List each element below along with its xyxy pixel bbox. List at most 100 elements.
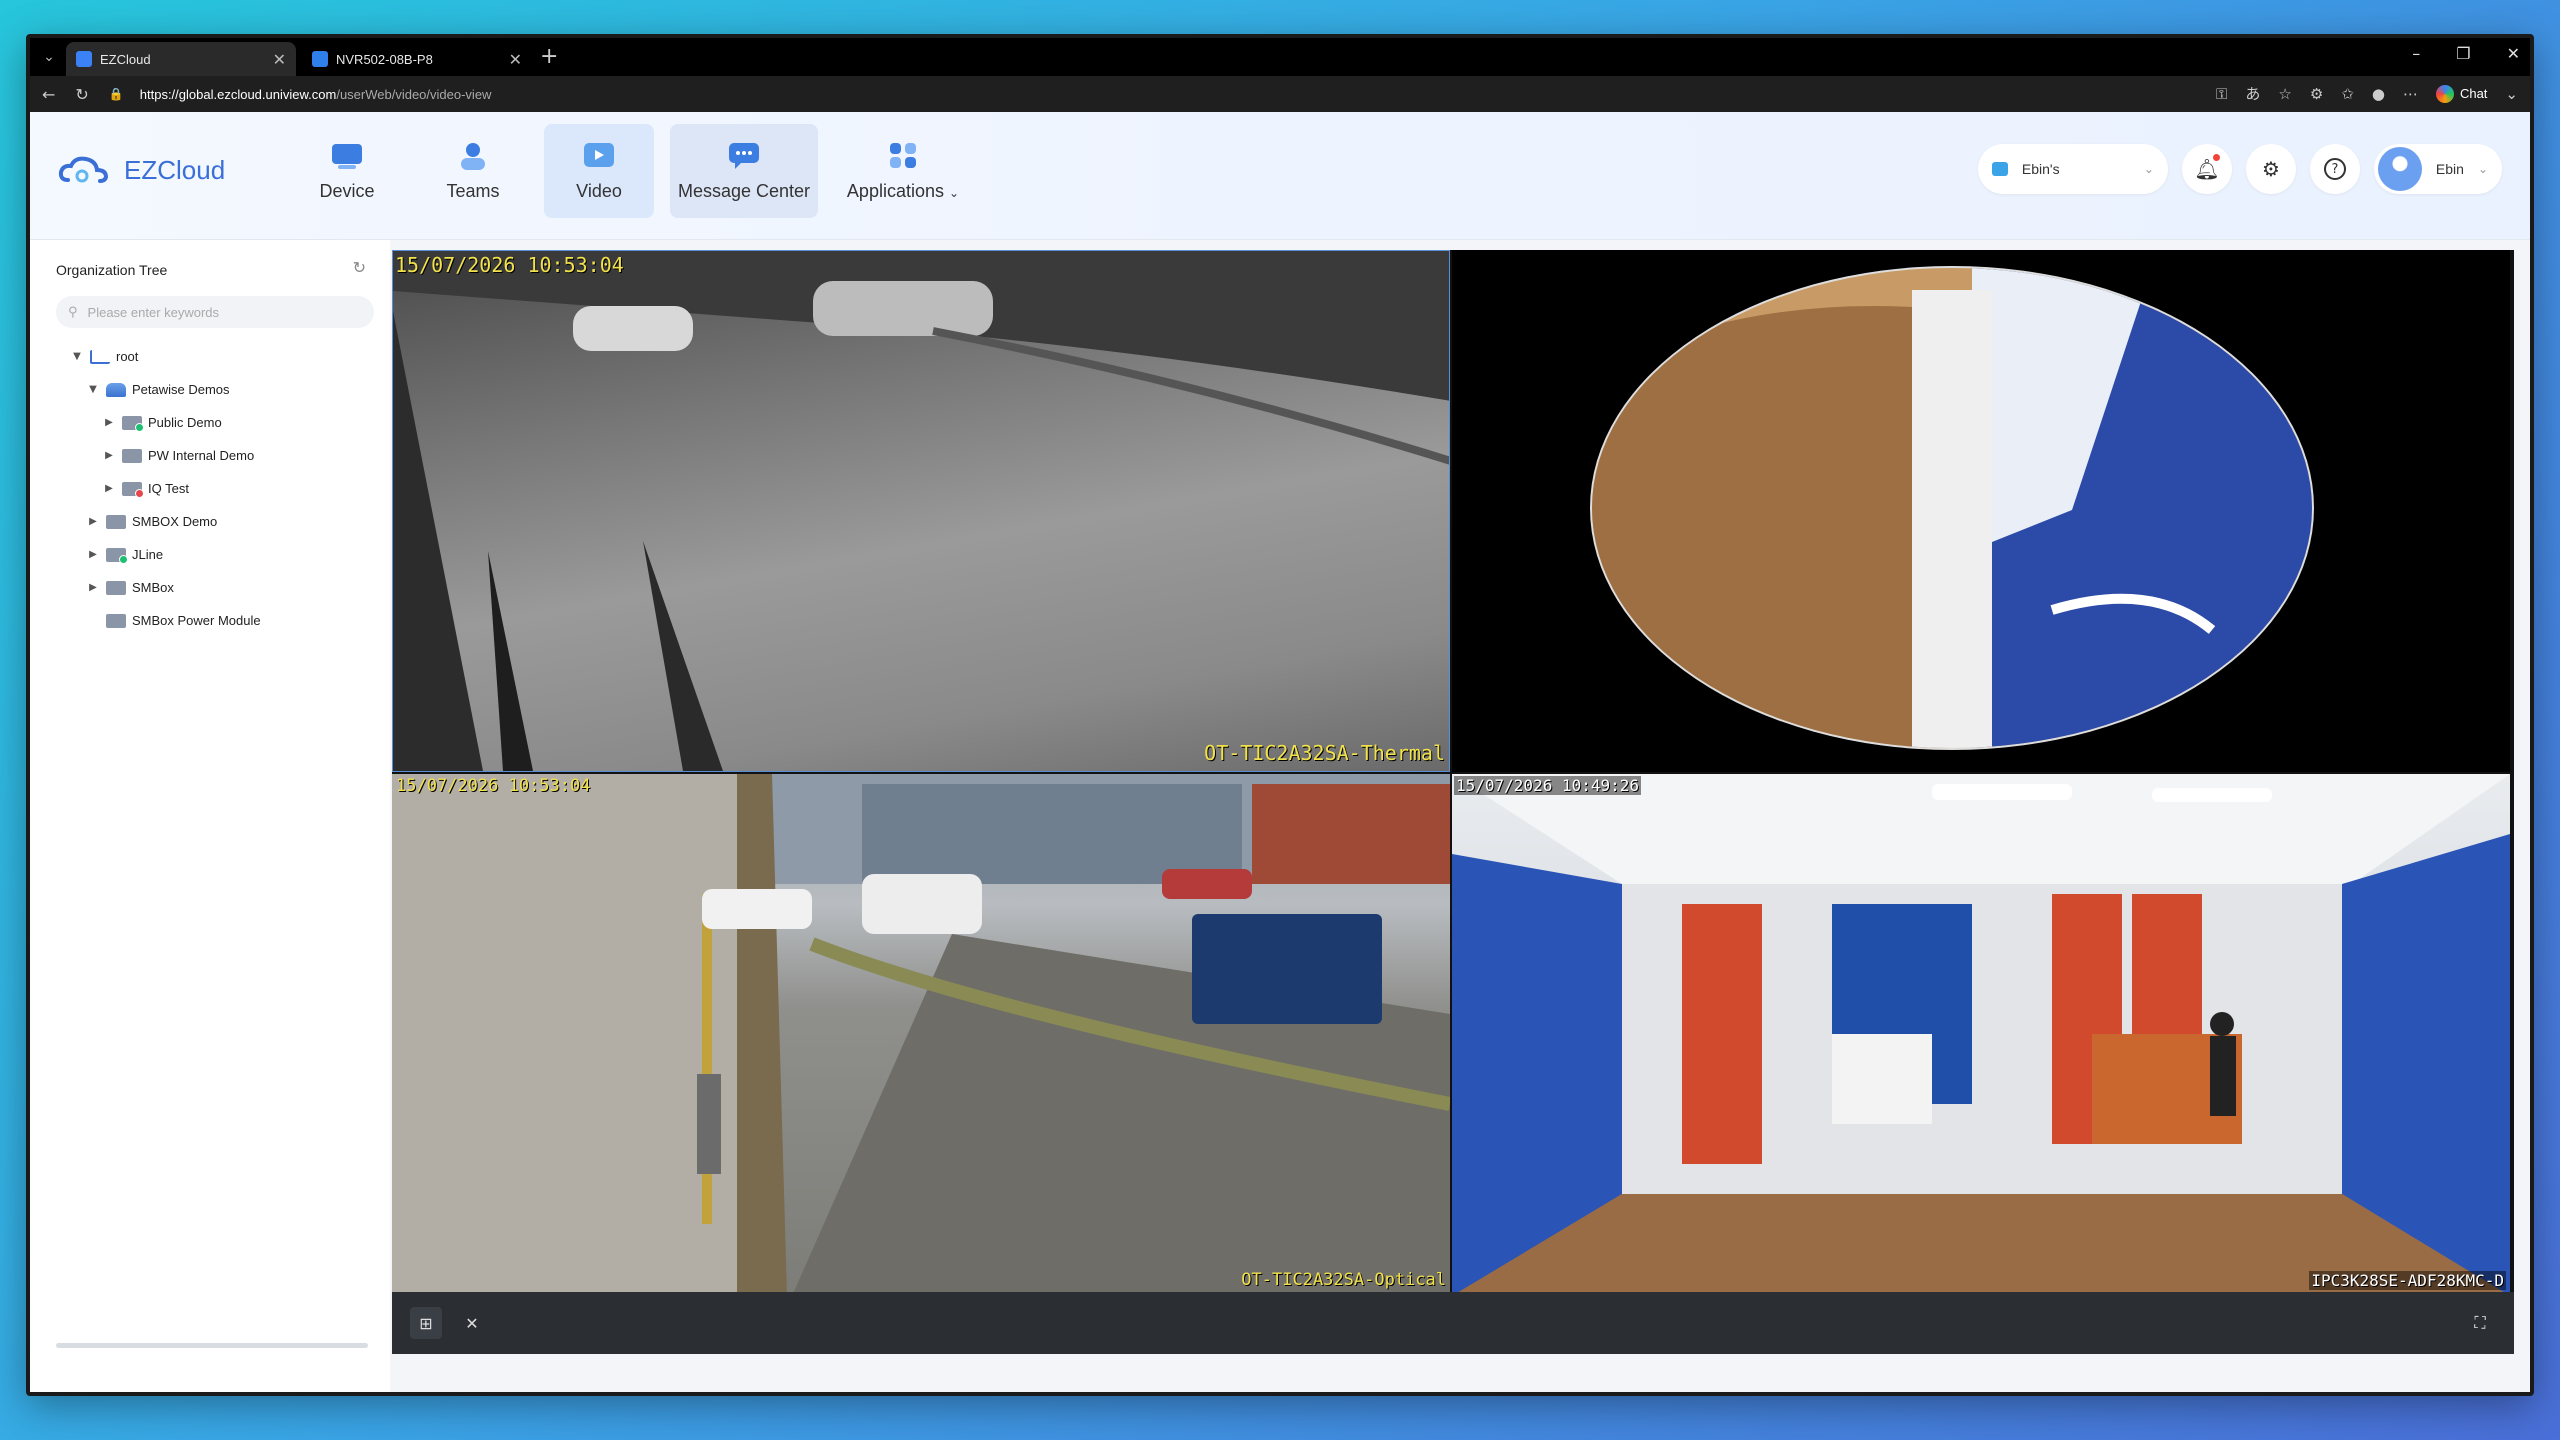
tree-node-root[interactable]: ▼ root <box>30 340 390 373</box>
notification-badge <box>2212 154 2220 161</box>
nav-teams[interactable]: Teams <box>418 124 528 218</box>
tab-title: NVR502-08B-P8 <box>336 51 433 67</box>
close-window-icon[interactable]: ✕ <box>2507 44 2520 63</box>
chevron-down-icon: ⌄ <box>2143 162 2154 176</box>
more-menu-icon[interactable]: ⋯ <box>2403 85 2418 103</box>
tree-node-label: IQ Test <box>148 481 189 496</box>
caret-right-icon[interactable]: ▶ <box>86 582 100 593</box>
camera-name: OT-TIC2A32SA-Thermal <box>1204 741 1445 765</box>
back-icon[interactable]: ← <box>42 85 55 104</box>
app-header: EZCloud Device Teams Video Message Cente… <box>30 112 2530 240</box>
indoor-scene <box>1452 774 2510 1296</box>
nav-label: Applications <box>846 180 944 201</box>
ezcloud-logo[interactable]: EZCloud <box>58 154 225 186</box>
tree-node-iq-test[interactable]: ▶ IQ Test <box>30 472 390 505</box>
video-cell-fisheye[interactable] <box>1452 250 2510 772</box>
layout-grid-button[interactable]: ⊞ <box>410 1307 442 1339</box>
fullscreen-icon: ⛶ <box>2474 1313 2486 1332</box>
tree-node-smbox-power-module[interactable]: ▶ SMBox Power Module <box>30 604 390 637</box>
tree-search: ⚲ <box>56 296 374 328</box>
nav-video[interactable]: Video <box>544 124 654 218</box>
caret-right-icon[interactable]: ▶ <box>102 417 116 428</box>
chat-button[interactable]: Chat <box>2435 84 2487 103</box>
brand-name: EZCloud <box>124 154 226 185</box>
minimize-icon[interactable]: – <box>2412 44 2420 63</box>
caret-right-icon[interactable]: ▶ <box>86 516 100 527</box>
settings-button[interactable]: ⚙ <box>2245 144 2296 194</box>
caret-down-icon[interactable]: ▼ <box>86 384 100 395</box>
favorite-star-icon[interactable]: ☆ <box>2278 85 2291 103</box>
tree-node-public-demo[interactable]: ▶ Public Demo <box>30 406 390 439</box>
gear-icon: ⚙ <box>2261 157 2280 181</box>
video-icon <box>584 142 614 167</box>
browser-tab-nvr[interactable]: NVR502-08B-P8 ✕ <box>302 42 532 76</box>
tree-node-pw-internal-demo[interactable]: ▶ PW Internal Demo <box>30 439 390 472</box>
search-input[interactable] <box>87 304 348 320</box>
user-menu[interactable]: Ebin ⌄ <box>2373 144 2502 194</box>
device-icon <box>332 143 362 169</box>
tab-strip: ⌄ EZCloud ✕ NVR502-08B-P8 ✕ + – ❐ ✕ <box>30 38 2530 76</box>
tree-node-label: SMBox <box>132 580 174 595</box>
device-online-icon <box>106 547 128 564</box>
help-icon: ? <box>2323 158 2346 180</box>
avatar <box>2377 147 2422 191</box>
nav-label: Video <box>576 180 622 201</box>
nav-device[interactable]: Device <box>292 124 402 218</box>
url-field[interactable]: https://global.ezcloud.uniview.com/userW… <box>140 87 492 102</box>
camera-timestamp-wrap: 15/07/2026 10:53:04 <box>394 776 592 796</box>
caret-right-icon[interactable]: ▶ <box>102 483 116 494</box>
close-all-button[interactable]: ✕ <box>456 1307 488 1339</box>
tree-node-label: JLine <box>132 547 164 562</box>
refresh-icon[interactable]: ↻ <box>353 258 366 277</box>
sidebar-toggle-icon[interactable]: ⌄ <box>2505 85 2518 103</box>
device-offline-icon <box>122 481 144 498</box>
video-cell-indoor[interactable]: 15/07/2026 10:49:26 IPC3K28SE-ADF28KMC-D <box>1452 774 2510 1296</box>
cloud-logo-icon <box>58 156 109 183</box>
extensions-icon[interactable]: ⚙ <box>2310 85 2323 103</box>
nav-applications[interactable]: Applications ⌄ <box>830 124 976 218</box>
tab-list-icon[interactable]: ⌄ <box>38 46 60 68</box>
key-icon[interactable]: ⚿ <box>2216 85 2227 103</box>
close-icon: ✕ <box>465 1313 479 1333</box>
ezcloud-favicon-icon <box>76 51 92 67</box>
favorites-icon[interactable]: ✩ <box>2341 85 2354 103</box>
copilot-icon <box>2435 84 2454 103</box>
thermal-scene <box>393 251 1449 771</box>
fisheye-scene <box>1590 266 2314 750</box>
user-name: Ebin <box>2435 161 2464 177</box>
organization-sidebar: Organization Tree ↻ ⚲ ▼ root ▼ Petawise … <box>30 240 390 1392</box>
new-tab-icon[interactable]: + <box>540 44 558 69</box>
horizontal-scrollbar[interactable] <box>56 1343 368 1348</box>
video-cell-thermal[interactable]: 15/07/2026 10:53:04 OT-TIC2A32SA-Thermal <box>392 250 1450 772</box>
translate-icon[interactable]: あ <box>2245 83 2260 104</box>
tree-node-smbox[interactable]: ▶ SMBox <box>30 571 390 604</box>
site-selector[interactable]: Ebin's ⌄ <box>1977 144 2168 194</box>
help-button[interactable]: ? <box>2309 144 2360 194</box>
tree-node-petawise-demos[interactable]: ▼ Petawise Demos <box>30 373 390 406</box>
site-selector-value: Ebin's <box>2021 161 2060 177</box>
close-tab-icon[interactable]: ✕ <box>509 50 522 69</box>
video-cell-optical[interactable]: 15/07/2026 10:53:04 OT-TIC2A32SA-Optical <box>392 774 1450 1296</box>
nav-label: Message Center <box>677 180 811 201</box>
url-host: https://global.ezcloud.uniview.com <box>139 86 337 102</box>
video-grid: 15/07/2026 10:53:04 OT-TIC2A32SA-Thermal <box>392 250 2514 1354</box>
caret-down-icon[interactable]: ▼ <box>70 351 84 362</box>
device-icon <box>122 448 142 463</box>
tree-node-smbox-demo[interactable]: ▶ SMBOX Demo <box>30 505 390 538</box>
restore-icon[interactable]: ❐ <box>2456 44 2470 63</box>
search-icon: ⚲ <box>68 304 78 320</box>
tree-node-jline[interactable]: ▶ JLine <box>30 538 390 571</box>
sidebar-title: Organization Tree <box>56 262 168 278</box>
reload-icon[interactable]: ↻ <box>75 85 88 104</box>
profile-icon[interactable]: ● <box>2372 85 2385 103</box>
caret-right-icon[interactable]: ▶ <box>86 549 100 560</box>
fullscreen-button[interactable]: ⛶ <box>2464 1307 2496 1339</box>
close-tab-icon[interactable]: ✕ <box>273 50 286 69</box>
caret-right-icon[interactable]: ▶ <box>102 450 116 461</box>
browser-tab-ezcloud[interactable]: EZCloud ✕ <box>66 42 296 76</box>
notifications-button[interactable]: 🔔︎ <box>2181 144 2232 194</box>
group-icon <box>106 382 126 397</box>
nav-message-center[interactable]: Message Center <box>670 124 818 218</box>
site-info-icon[interactable]: 🔒 <box>109 87 124 101</box>
tree-node-label: Public Demo <box>148 415 222 430</box>
